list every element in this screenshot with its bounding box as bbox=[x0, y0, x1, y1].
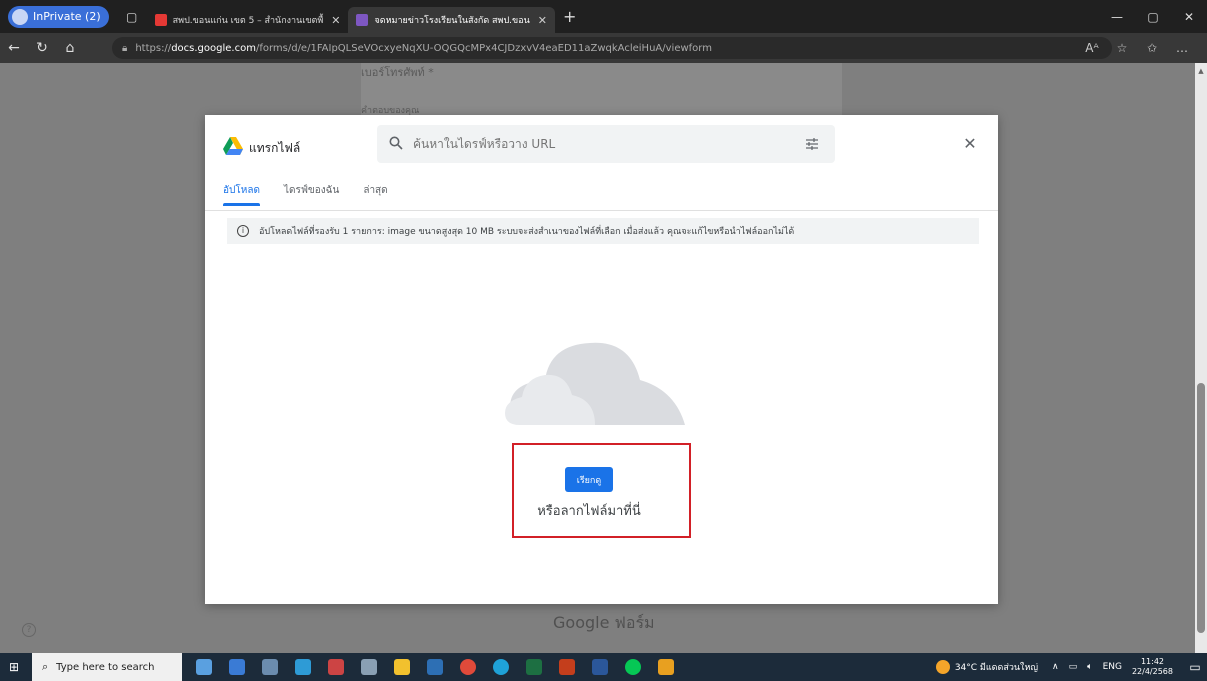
close-tab-icon[interactable]: ✕ bbox=[331, 14, 340, 27]
powerpoint-icon[interactable] bbox=[553, 653, 581, 681]
url-field[interactable]: 🔒︎ https://docs.google.com/forms/d/e/1FA… bbox=[112, 37, 1112, 59]
search-icon: ⌕ bbox=[42, 660, 49, 673]
app-icon[interactable] bbox=[289, 653, 317, 681]
profile-label: InPrivate (2) bbox=[33, 10, 101, 23]
tab-title: สพป.ขอนแก่น เขต 5 – สำนักงานเขตพื้ bbox=[172, 16, 324, 26]
pinned-apps bbox=[190, 653, 685, 681]
cloud-illustration-icon bbox=[505, 342, 685, 425]
upload-info-text: อัปโหลดไฟล์ที่รองรับ 1 รายการ: image ขนา… bbox=[259, 227, 795, 237]
scroll-up-icon[interactable]: ▲ bbox=[1197, 67, 1205, 75]
read-aloud-icon[interactable]: Aᴬ bbox=[1077, 41, 1107, 55]
edge-icon[interactable] bbox=[487, 653, 515, 681]
lock-icon: 🔒︎ bbox=[122, 42, 128, 54]
form-question-card: เบอร์โทรศัพท์ * คำตอบของคุณ bbox=[361, 63, 842, 116]
app-icon[interactable] bbox=[355, 653, 383, 681]
dialog-title: แทรกไฟล์ bbox=[249, 141, 301, 155]
site-favicon-icon bbox=[154, 14, 167, 26]
drive-search-input[interactable] bbox=[413, 134, 793, 154]
volume-icon[interactable]: 🔈︎ bbox=[1087, 662, 1092, 672]
info-icon: i bbox=[237, 225, 249, 237]
windows-start-icon[interactable]: ⊞ bbox=[0, 653, 28, 681]
weather-icon bbox=[935, 660, 950, 674]
clock[interactable]: 11:42 22/4/2568 bbox=[1132, 657, 1173, 677]
line-icon[interactable] bbox=[619, 653, 647, 681]
address-bar-row: ← ↻ ⌂ 🔒︎ https://docs.google.com/forms/d… bbox=[0, 33, 1207, 63]
file-explorer-icon[interactable] bbox=[388, 653, 416, 681]
tab-khonkaen[interactable]: สพป.ขอนแก่น เขต 5 – สำนักงานเขตพื้ ✕ bbox=[147, 7, 349, 33]
show-hidden-icon[interactable]: ∧ bbox=[1052, 662, 1059, 672]
new-tab-button[interactable]: + bbox=[563, 7, 576, 26]
google-drive-icon bbox=[223, 137, 243, 155]
tab-title: จดหมายข่าวโรงเรียนในสังกัด สพป.ขอน bbox=[374, 16, 530, 26]
app-icon[interactable] bbox=[652, 653, 680, 681]
profile-avatar-icon bbox=[12, 8, 28, 25]
close-tab-icon[interactable]: ✕ bbox=[538, 14, 547, 27]
app-icon[interactable] bbox=[421, 653, 449, 681]
page-scrollbar[interactable]: ▲ bbox=[1195, 63, 1207, 653]
back-icon[interactable]: ← bbox=[0, 34, 28, 62]
favorites-icon[interactable]: ✩ bbox=[1137, 41, 1167, 55]
upload-info-banner: i อัปโหลดไฟล์ที่รองรับ 1 รายการ: image ข… bbox=[227, 218, 979, 244]
app-icon[interactable] bbox=[322, 653, 350, 681]
forms-favicon-icon bbox=[356, 14, 369, 26]
task-view-icon[interactable] bbox=[190, 653, 218, 681]
app-icon[interactable] bbox=[223, 653, 251, 681]
question-label: เบอร์โทรศัพท์ * bbox=[361, 66, 434, 79]
url-path: /forms/d/e/1FAIpQLSeVOcxyeNqXU-OQGQcMPx4… bbox=[255, 42, 712, 54]
favorite-star-icon[interactable]: ☆ bbox=[1107, 41, 1137, 55]
weather-text: 34°C มีแดดส่วนใหญ่ bbox=[954, 663, 1039, 673]
home-icon[interactable]: ⌂ bbox=[56, 34, 84, 62]
notifications-icon[interactable]: ▭ bbox=[1183, 660, 1207, 674]
tab-forms[interactable]: จดหมายข่าวโรงเรียนในสังกัด สพป.ขอน ✕ bbox=[348, 7, 555, 33]
inprivate-profile-button[interactable]: InPrivate (2) bbox=[8, 5, 109, 28]
chrome-icon[interactable] bbox=[454, 653, 482, 681]
url-prefix: https:// bbox=[135, 42, 172, 54]
browser-tab-bar: InPrivate (2) ▢ สพป.ขอนแก่น เขต 5 – สำนั… bbox=[0, 0, 1207, 33]
weather-widget[interactable]: 34°C มีแดดส่วนใหญ่ bbox=[935, 660, 1039, 674]
window-controls: — ▢ ✕ bbox=[1099, 0, 1207, 33]
tab-my-drive[interactable]: ไดรฟ์ของฉัน bbox=[284, 183, 339, 204]
tab-upload[interactable]: อัปโหลด bbox=[223, 183, 260, 206]
url-host: docs.google.com bbox=[171, 42, 256, 54]
word-icon[interactable] bbox=[586, 653, 614, 681]
tab-recent[interactable]: ล่าสุด bbox=[363, 183, 387, 204]
dialog-tabs: อัปโหลด ไดรฟ์ของฉัน ล่าสุด bbox=[223, 183, 412, 206]
close-window-icon[interactable]: ✕ bbox=[1171, 0, 1207, 33]
calculator-icon[interactable] bbox=[256, 653, 284, 681]
highlight-box bbox=[512, 443, 691, 538]
help-icon[interactable]: ? bbox=[22, 623, 36, 637]
refresh-icon[interactable]: ↻ bbox=[28, 34, 56, 62]
insert-file-dialog: แทรกไฟล์ ✕ อัปโหลด ไดรฟ์ของฉัน ล่าสุด i bbox=[205, 115, 998, 604]
language-indicator[interactable]: ENG bbox=[1103, 662, 1122, 672]
drive-search-box bbox=[377, 125, 835, 163]
excel-icon[interactable] bbox=[520, 653, 548, 681]
search-icon[interactable] bbox=[389, 136, 403, 150]
close-dialog-icon[interactable]: ✕ bbox=[961, 135, 979, 153]
more-menu-icon[interactable]: … bbox=[1167, 41, 1197, 55]
tab-actions-icon[interactable]: ▢ bbox=[117, 6, 147, 28]
system-tray: 34°C มีแดดส่วนใหญ่ ∧ ▭ 🔈︎ ENG 11:42 22/4… bbox=[935, 653, 1207, 681]
restore-icon[interactable]: ▢ bbox=[1135, 0, 1171, 33]
google-forms-footer: Google ฟอร์ม bbox=[553, 613, 655, 632]
clock-time: 11:42 bbox=[1140, 657, 1165, 666]
taskbar-search-placeholder: Type here to search bbox=[56, 661, 155, 673]
address-bar-actions: Aᴬ ☆ ✩ … bbox=[1077, 33, 1197, 63]
clock-date: 22/4/2568 bbox=[1131, 667, 1173, 676]
search-options-icon[interactable] bbox=[805, 137, 819, 151]
taskbar-search[interactable]: ⌕ Type here to search bbox=[32, 653, 182, 681]
dialog-header: แทรกไฟล์ ✕ อัปโหลด ไดรฟ์ของฉัน ล่าสุด bbox=[205, 115, 998, 211]
network-icon[interactable]: ▭ bbox=[1069, 662, 1078, 672]
windows-taskbar: ⊞ ⌕ Type here to search 34°C มีแดดส่วนให… bbox=[0, 653, 1207, 681]
minimize-icon[interactable]: — bbox=[1099, 0, 1135, 33]
scrollbar-thumb[interactable] bbox=[1197, 383, 1205, 633]
